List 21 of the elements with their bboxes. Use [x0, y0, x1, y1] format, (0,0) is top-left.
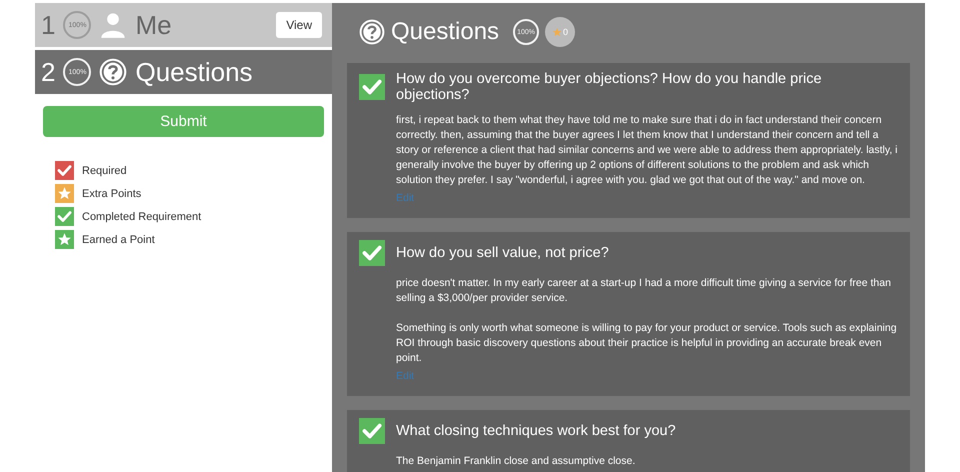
help-icon: [99, 58, 128, 86]
legend-label: Extra Points: [82, 188, 142, 200]
question-text: How do you sell value, not price?: [396, 245, 609, 261]
legend-label: Required: [82, 164, 127, 176]
question-text: What closing techniques work best for you?: [396, 423, 676, 439]
question-text: How do you overcome buyer objections? How do you handle price objections?: [396, 71, 823, 103]
answer-text: price doesn't matter. In my early career at a start-up I had a more difficult time giving a service for free than selling a $3,000/per provider service.: [396, 276, 892, 306]
answer-text: The Benjamin Franklin close and assumptive close.: [396, 454, 636, 469]
step-number: 2: [41, 56, 56, 88]
points-badge: 0: [545, 17, 576, 47]
answer-text: Something is only worth what someone is willing to pay for your product or service. Tools such as explaining ROI through basic discovery questions about their practice is helpful in providing an accurate break even point.: [396, 321, 898, 366]
step-number: 1: [41, 10, 56, 40]
step-label: Questions: [135, 56, 254, 88]
answer-text: first, i repeat back to them what they have told me to make sure that i do in fact understand their concern correctly. then, assuming that the buyer agrees I let them know that I understand their concern and tell a story or reference a client that had similar concerns and we were able to address them appropriately. lastly, i generally involve the buyer by offering up 2 options of different solutions to the problem and ask which solution they prefer. I say "wonderful, i agree with you. glad we got that out of the way." and move on.: [396, 113, 898, 188]
step-label: Me: [135, 10, 173, 40]
legend-label: Completed Requirement: [82, 210, 202, 222]
section-title: Questions: [391, 18, 500, 46]
help-icon: [359, 19, 385, 45]
person-icon: [99, 11, 128, 39]
view-button[interactable]: View: [276, 12, 322, 38]
legend-label: Earned a Point: [82, 234, 155, 246]
